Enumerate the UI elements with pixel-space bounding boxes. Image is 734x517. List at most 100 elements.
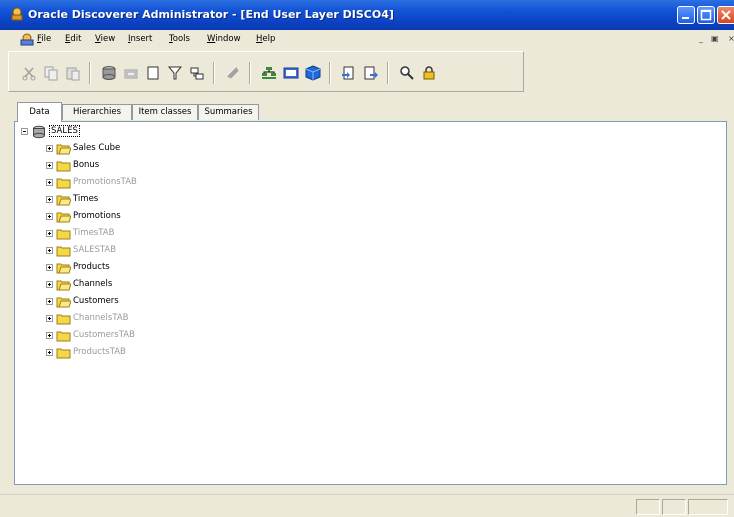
tree-item-label: ProductsTAB <box>73 347 126 357</box>
window-title: Oracle Discoverer Administrator - [End U… <box>28 8 394 21</box>
menu-bar: File Edit View Insert Tools Window Help … <box>0 30 734 49</box>
maximize-button[interactable] <box>697 6 715 24</box>
cube-icon[interactable] <box>305 65 321 81</box>
tree-item-label: PromotionsTAB <box>73 177 137 187</box>
tree-root-sales[interactable]: SALES <box>21 124 221 140</box>
tree-item-label: ChannelsTAB <box>73 313 129 323</box>
status-bar <box>0 494 734 517</box>
tree-item-label: SALESTAB <box>73 245 117 255</box>
tree-item[interactable]: Customers <box>46 294 346 310</box>
folder-open-icon <box>56 144 71 155</box>
folder-icon <box>56 161 71 172</box>
menu-file[interactable]: File <box>37 34 51 44</box>
tree-item-label: Sales Cube <box>73 143 121 153</box>
link-icon[interactable] <box>225 65 241 81</box>
tree-item-label: Times <box>73 194 99 204</box>
expand-icon[interactable] <box>46 281 53 288</box>
minimize-button[interactable] <box>677 6 695 24</box>
paste-icon[interactable] <box>65 65 81 81</box>
tab-data[interactable]: Data <box>17 102 62 122</box>
status-panel <box>662 499 686 515</box>
tree-item-label: Products <box>73 262 110 272</box>
folder-icon <box>56 314 71 325</box>
tab-summaries[interactable]: Summaries <box>198 104 259 120</box>
tree-item[interactable]: Channels <box>46 277 346 293</box>
expand-icon[interactable] <box>46 247 53 254</box>
mdi-restore-icon[interactable]: ▣ <box>711 34 719 43</box>
folder-icon <box>56 178 71 189</box>
close-button[interactable] <box>717 6 734 24</box>
hierarchy-icon[interactable] <box>261 65 277 81</box>
tab-hierarchies[interactable]: Hierarchies <box>62 104 132 120</box>
copy-icon[interactable] <box>43 65 59 81</box>
folder-open-icon <box>56 280 71 291</box>
mdi-minimize-icon[interactable]: _ <box>699 34 703 43</box>
tree-item[interactable]: Times <box>46 192 346 208</box>
tab-item-classes[interactable]: Item classes <box>132 104 198 120</box>
folder-gray-icon[interactable] <box>123 65 139 81</box>
tree-item[interactable]: ProductsTAB <box>46 345 346 361</box>
new-item-icon[interactable] <box>145 65 161 81</box>
oracle-app-icon <box>11 7 23 21</box>
summary-icon[interactable] <box>283 65 299 81</box>
tree-item[interactable]: Promotions <box>46 209 346 225</box>
menu-help[interactable]: Help <box>256 34 275 44</box>
tree-item[interactable]: ChannelsTAB <box>46 311 346 327</box>
expand-icon[interactable] <box>46 264 53 271</box>
expand-icon[interactable] <box>46 349 53 356</box>
join-icon[interactable] <box>189 65 205 81</box>
security-lock-icon[interactable] <box>421 65 437 81</box>
tree-root-label: SALES <box>49 125 80 137</box>
business-area-icon <box>33 125 45 139</box>
tree-item-label: TimesTAB <box>73 228 115 238</box>
folder-icon <box>56 229 71 240</box>
tree-item[interactable]: SALESTAB <box>46 243 346 259</box>
cut-icon[interactable] <box>21 65 37 81</box>
tree-item[interactable]: Sales Cube <box>46 141 346 157</box>
expand-icon[interactable] <box>46 230 53 237</box>
close-icon <box>721 10 731 20</box>
tree-item[interactable]: TimesTAB <box>46 226 346 242</box>
status-panel <box>688 499 728 515</box>
folder-open-icon <box>56 212 71 223</box>
status-message-panel <box>8 499 632 515</box>
folder-icon <box>56 246 71 257</box>
tree-item[interactable]: Bonus <box>46 158 346 174</box>
mdi-close-icon[interactable]: × <box>728 34 734 43</box>
find-icon[interactable] <box>399 65 415 81</box>
collapse-icon[interactable] <box>21 128 28 135</box>
document-icon[interactable] <box>20 33 34 46</box>
tree-item-label: CustomersTAB <box>73 330 135 340</box>
menu-tools[interactable]: Tools <box>169 34 190 44</box>
tree-item-label: Bonus <box>73 160 100 170</box>
expand-icon[interactable] <box>46 196 53 203</box>
tree-item[interactable]: CustomersTAB <box>46 328 346 344</box>
expand-icon[interactable] <box>46 162 53 169</box>
expand-icon[interactable] <box>46 213 53 220</box>
import-icon[interactable] <box>341 65 357 81</box>
menu-insert[interactable]: Insert <box>128 34 152 44</box>
menu-edit[interactable]: Edit <box>65 34 81 44</box>
title-bar: Oracle Discoverer Administrator - [End U… <box>0 0 734 30</box>
folder-open-icon <box>56 195 71 206</box>
menu-window[interactable]: Window <box>207 34 241 44</box>
filter-icon[interactable] <box>167 65 183 81</box>
menu-view[interactable]: View <box>95 34 115 44</box>
tree-item[interactable]: Products <box>46 260 346 276</box>
folder-open-icon <box>56 263 71 274</box>
export-icon[interactable] <box>363 65 379 81</box>
expand-icon[interactable] <box>46 315 53 322</box>
tree-panel: SALES Sales Cube Bonus PromotionsTAB Tim… <box>14 121 727 485</box>
tree-item-label: Customers <box>73 296 119 306</box>
toolbar <box>8 51 524 92</box>
tree-item-label: Channels <box>73 279 113 289</box>
expand-icon[interactable] <box>46 179 53 186</box>
tree-item-label: Promotions <box>73 211 121 221</box>
expand-icon[interactable] <box>46 298 53 305</box>
tree-item[interactable]: PromotionsTAB <box>46 175 346 191</box>
business-area-icon[interactable] <box>101 65 117 81</box>
folder-open-icon <box>56 297 71 308</box>
expand-icon[interactable] <box>46 332 53 339</box>
status-panel <box>636 499 660 515</box>
expand-icon[interactable] <box>46 145 53 152</box>
